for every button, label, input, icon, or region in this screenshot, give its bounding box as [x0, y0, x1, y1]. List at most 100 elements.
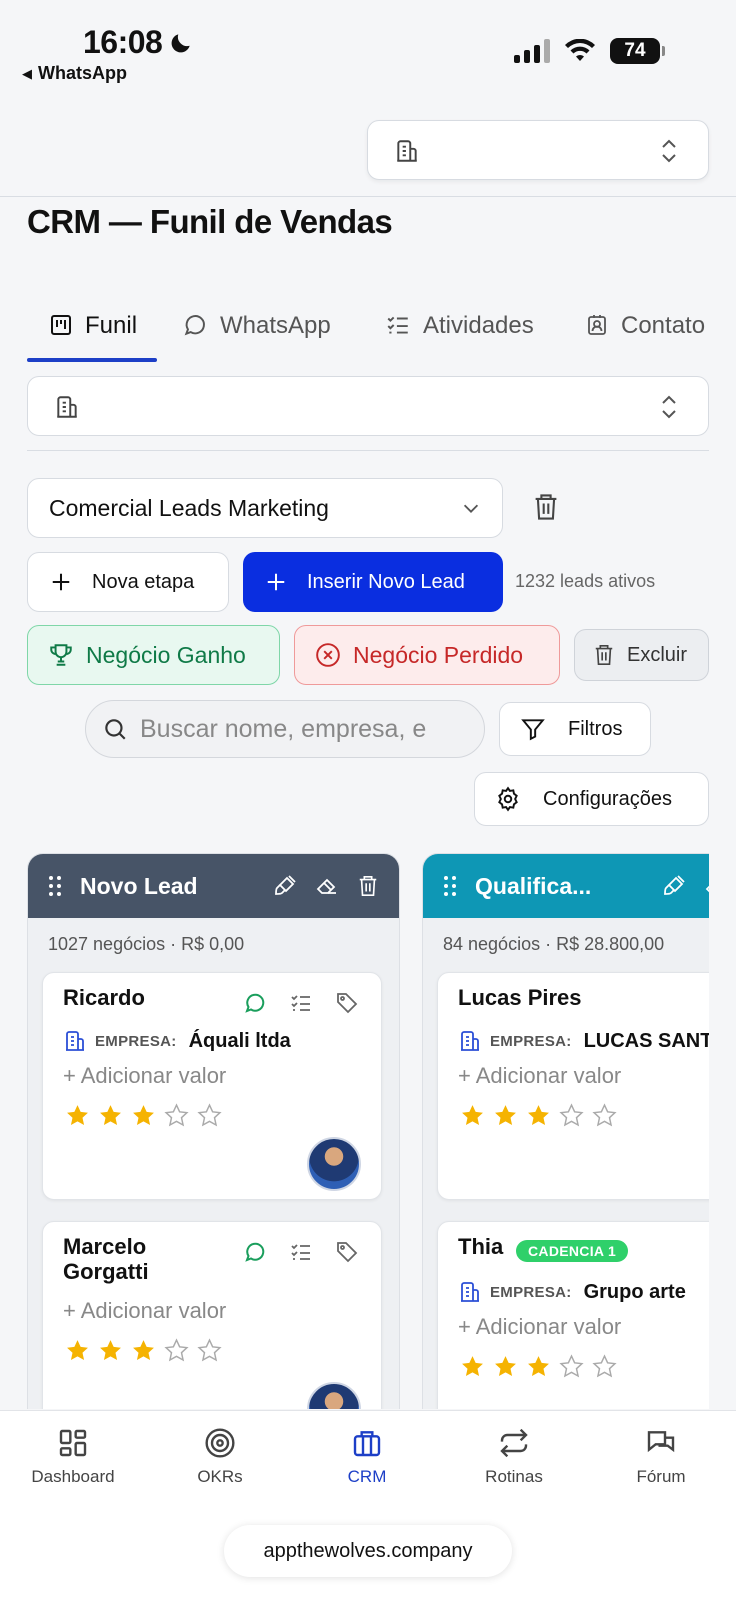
rating-stars[interactable]: [65, 1103, 222, 1133]
owner-avatar[interactable]: [307, 1137, 361, 1191]
add-value-link[interactable]: + Adicionar valor: [63, 1298, 226, 1324]
star-empty-icon[interactable]: [592, 1103, 617, 1133]
star-filled-icon[interactable]: [526, 1103, 551, 1133]
checklist-icon[interactable]: [289, 1240, 313, 1264]
lead-company: EMPRESA: Grupo arte: [458, 1280, 686, 1304]
star-empty-icon[interactable]: [164, 1338, 189, 1368]
checklist-icon: [387, 316, 408, 334]
company-label: EMPRESA:: [490, 1032, 572, 1050]
moon-icon: [171, 33, 191, 52]
nav-crm[interactable]: CRM: [302, 1427, 432, 1487]
lead-card[interactable]: Thia CADENCIA 1 EMPRESA: Grupo arte + Ad…: [437, 1221, 709, 1409]
star-filled-icon[interactable]: [98, 1103, 123, 1133]
nav-okrs[interactable]: OKRs: [155, 1427, 285, 1487]
nav-dashboard[interactable]: Dashboard: [8, 1427, 138, 1487]
brush-icon[interactable]: [273, 874, 297, 898]
add-value-link[interactable]: + Adicionar valor: [458, 1314, 621, 1340]
star-filled-icon[interactable]: [65, 1338, 90, 1368]
search-icon: [105, 719, 126, 740]
dashboard-icon: [59, 1429, 87, 1457]
add-stage-button[interactable]: Nova etapa: [27, 552, 229, 612]
star-filled-icon[interactable]: [493, 1103, 518, 1133]
owner-avatar[interactable]: [307, 1382, 361, 1409]
lead-card[interactable]: Lucas Pires EMPRESA: LUCAS SANT + Adicio…: [437, 972, 709, 1200]
filters-button[interactable]: Filtros: [499, 702, 651, 756]
tag-icon[interactable]: [335, 991, 359, 1015]
checklist-icon[interactable]: [289, 991, 313, 1015]
star-empty-icon[interactable]: [592, 1354, 617, 1384]
tab-label: Funil: [85, 312, 138, 339]
star-filled-icon[interactable]: [460, 1103, 485, 1133]
lead-card[interactable]: Ricardo EMPRESA: Áquali ltda + Adicionar…: [42, 972, 382, 1200]
star-filled-icon[interactable]: [493, 1354, 518, 1384]
rating-stars[interactable]: [65, 1338, 222, 1368]
search-field[interactable]: [85, 700, 485, 758]
eraser-icon[interactable]: [704, 874, 709, 898]
company-selector[interactable]: [27, 376, 709, 436]
star-filled-icon[interactable]: [131, 1338, 156, 1368]
lead-company: EMPRESA: Áquali ltda: [63, 1029, 291, 1053]
chevron-updown-icon: [662, 395, 676, 419]
deal-won-button[interactable]: Negócio Ganho: [27, 625, 280, 685]
star-filled-icon[interactable]: [460, 1354, 485, 1384]
deal-won-label: Negócio Ganho: [86, 641, 246, 668]
star-filled-icon[interactable]: [131, 1103, 156, 1133]
add-value-link[interactable]: + Adicionar valor: [63, 1063, 226, 1089]
nav-label: Fórum: [636, 1467, 686, 1486]
chat-icon[interactable]: [243, 991, 267, 1015]
brush-icon[interactable]: [662, 874, 686, 898]
plus-icon: [52, 573, 70, 591]
star-filled-icon[interactable]: [526, 1354, 551, 1384]
rating-stars[interactable]: [460, 1103, 617, 1133]
company-name: LUCAS SANT: [583, 1029, 709, 1052]
building-icon: [461, 1031, 479, 1051]
tag-icon[interactable]: [335, 1240, 359, 1264]
building-icon: [397, 140, 417, 162]
chat-icon[interactable]: [243, 1240, 267, 1264]
company-selector-top[interactable]: [367, 120, 709, 180]
nav-rotinas[interactable]: Rotinas: [449, 1427, 579, 1487]
column-tools: [273, 874, 379, 898]
kanban-board: Novo Lead 1027 negócios · R$ 0,00 Ricard…: [27, 853, 709, 1409]
trash-icon: [595, 645, 613, 665]
rating-stars[interactable]: [460, 1354, 617, 1384]
pipeline-select[interactable]: Comercial Leads Marketing: [27, 478, 503, 538]
column-title: Qualifica...: [475, 872, 592, 899]
back-app-label: WhatsApp: [38, 63, 127, 83]
deal-lost-button[interactable]: Negócio Perdido: [294, 625, 560, 685]
lead-name: Marcelo Gorgatti: [63, 1234, 149, 1284]
star-filled-icon[interactable]: [65, 1103, 90, 1133]
nav-forum[interactable]: Fórum: [596, 1427, 726, 1487]
star-empty-icon[interactable]: [164, 1103, 189, 1133]
settings-button[interactable]: Configurações: [474, 772, 709, 826]
delete-pipeline-button[interactable]: [532, 492, 560, 527]
search-input[interactable]: [140, 714, 460, 744]
tab-whatsapp[interactable]: WhatsApp: [182, 306, 331, 362]
eraser-icon[interactable]: [315, 874, 339, 898]
card-actions: [243, 1240, 359, 1264]
browser-url-bar[interactable]: appthewolves.company: [224, 1525, 512, 1577]
add-value-link[interactable]: + Adicionar valor: [458, 1063, 621, 1089]
back-to-app-link[interactable]: ◀ WhatsApp: [22, 63, 127, 84]
star-empty-icon[interactable]: [197, 1338, 222, 1368]
contact-icon: [588, 315, 606, 335]
trash-icon[interactable]: [357, 874, 379, 898]
tab-contato[interactable]: Contato: [585, 306, 705, 362]
battery-icon: 74: [610, 38, 665, 64]
drag-handle-icon[interactable]: [443, 874, 457, 898]
lead-card[interactable]: Marcelo Gorgatti + Adicionar valor: [42, 1221, 382, 1409]
tab-funil[interactable]: Funil: [49, 306, 137, 362]
tab-atividades[interactable]: Atividades: [385, 306, 534, 362]
star-empty-icon[interactable]: [559, 1103, 584, 1133]
card-actions: [243, 991, 359, 1015]
back-arrow-icon: ◀: [22, 65, 32, 81]
star-filled-icon[interactable]: [98, 1338, 123, 1368]
column-title: Novo Lead: [80, 872, 198, 899]
insert-lead-button[interactable]: Inserir Novo Lead: [243, 552, 503, 612]
delete-button[interactable]: Excluir: [574, 629, 709, 681]
star-empty-icon[interactable]: [197, 1103, 222, 1133]
star-empty-icon[interactable]: [559, 1354, 584, 1384]
tab-label: Atividades: [423, 312, 534, 339]
nav-label: OKRs: [197, 1467, 243, 1486]
drag-handle-icon[interactable]: [48, 874, 62, 898]
